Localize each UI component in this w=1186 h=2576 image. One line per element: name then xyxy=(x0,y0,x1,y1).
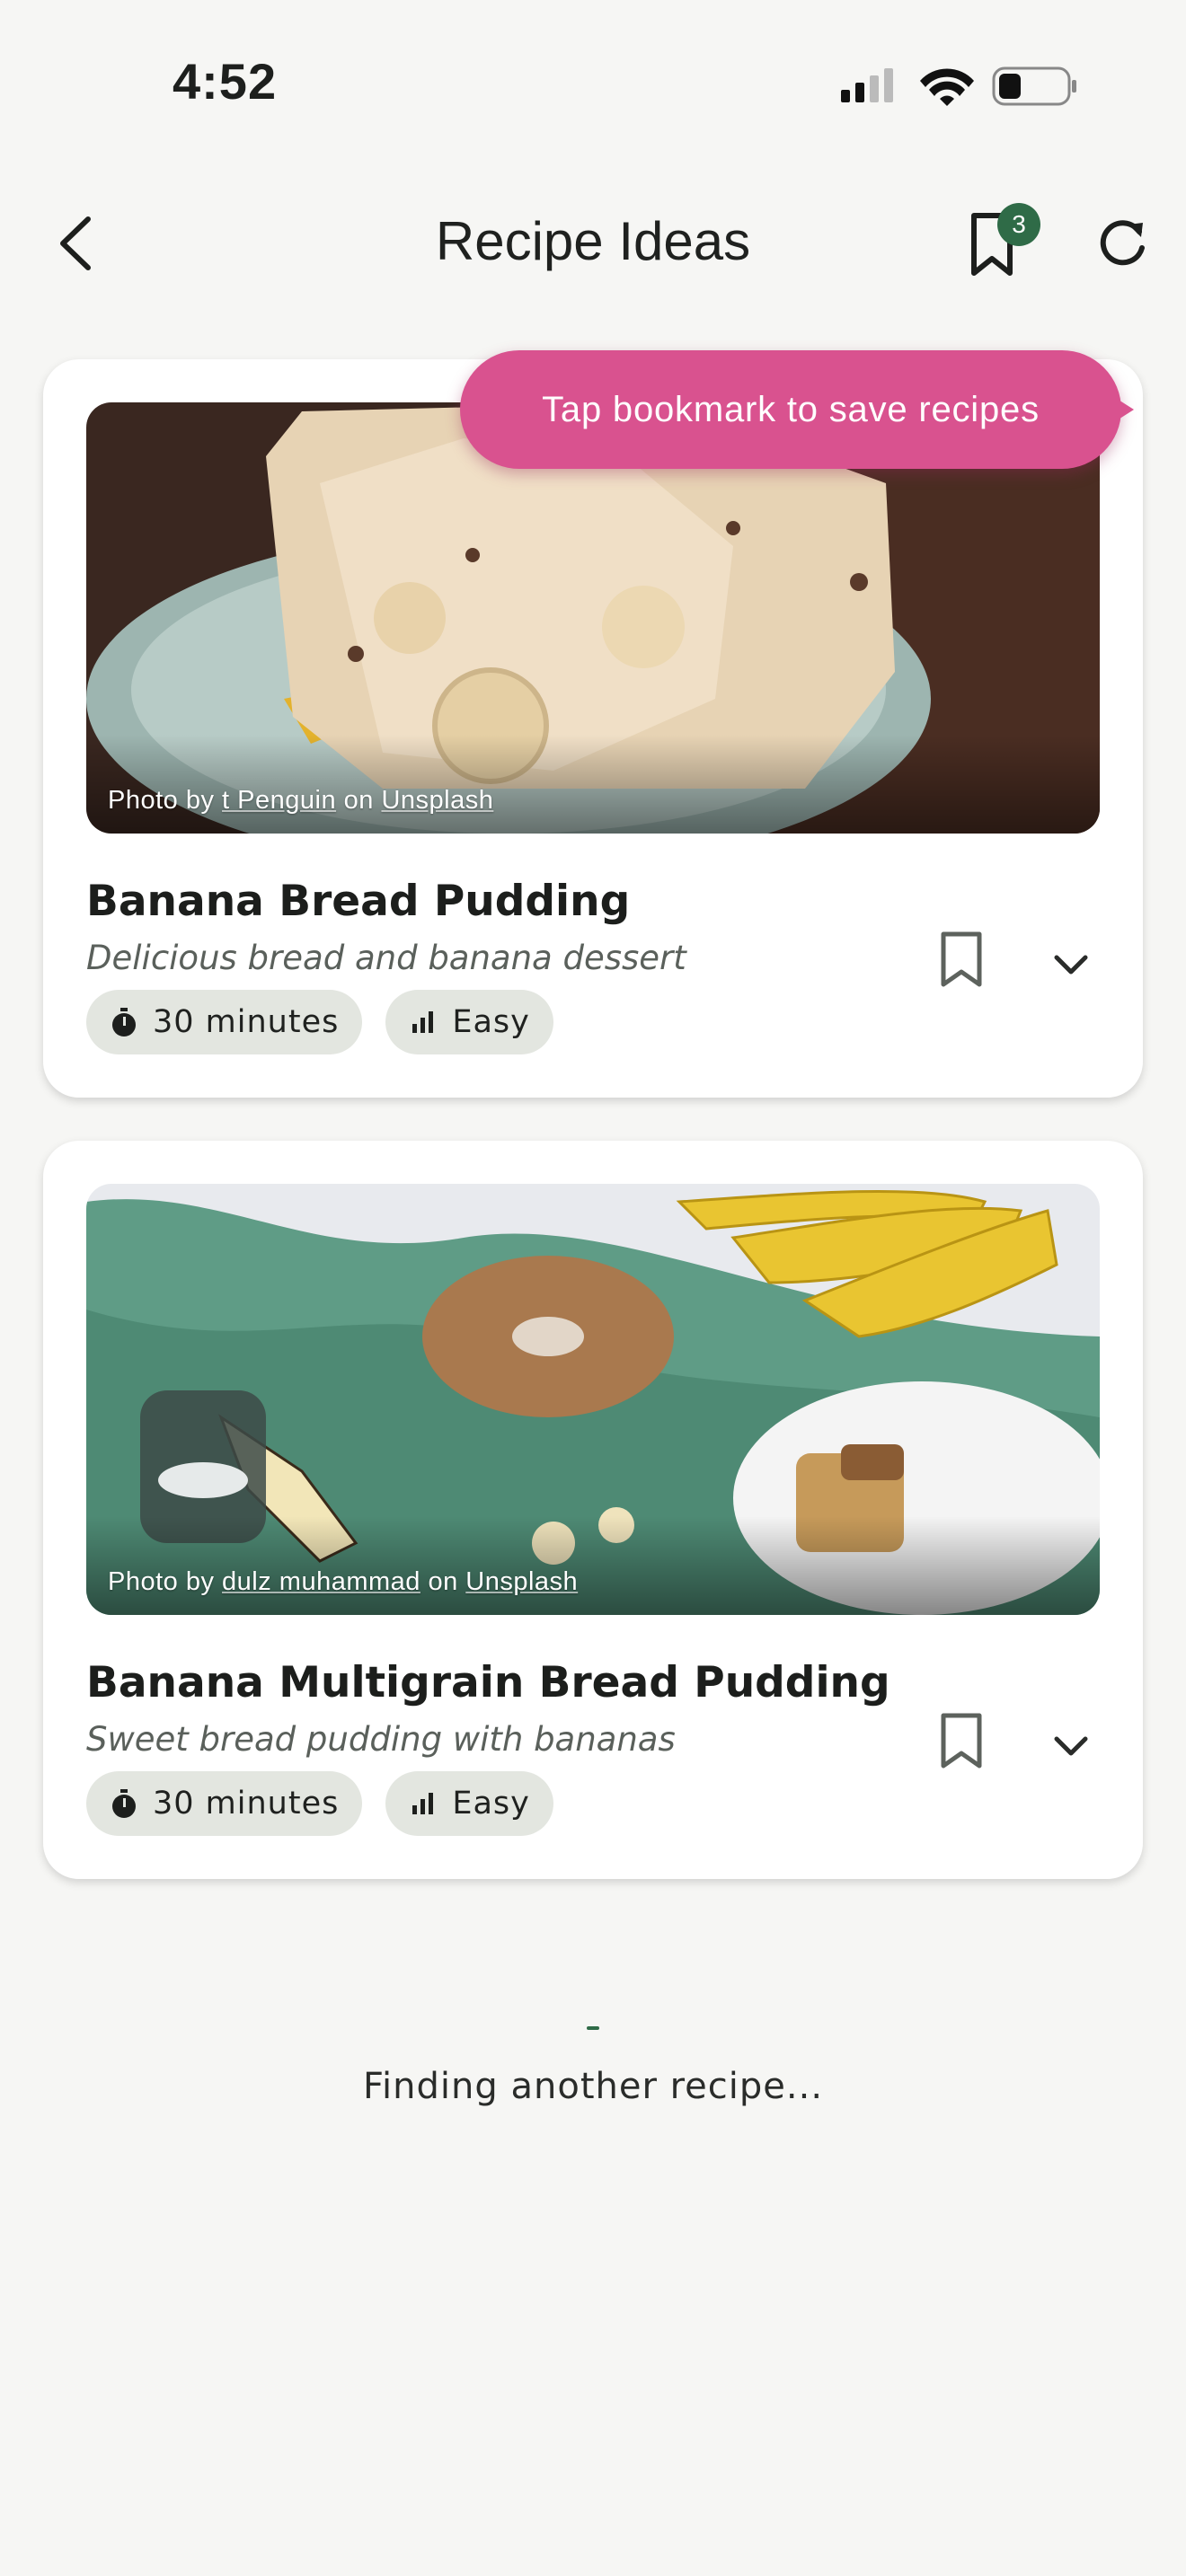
timer-icon xyxy=(112,1789,136,1818)
chevron-down-icon xyxy=(1054,955,1088,975)
save-recipe-button[interactable] xyxy=(936,929,987,992)
recipe-chips: 30 minutes Easy xyxy=(86,1771,553,1836)
difficulty-chip: Easy xyxy=(385,1771,553,1836)
save-recipe-button[interactable] xyxy=(936,1710,987,1773)
saved-count-badge: 3 xyxy=(997,203,1040,246)
wifi-icon xyxy=(920,68,974,106)
expand-button[interactable] xyxy=(1048,941,1094,988)
tooltip-tail xyxy=(1114,397,1134,422)
photo-credit: Photo by t Penguin on Unsplash xyxy=(108,786,494,815)
cook-time-label: 30 minutes xyxy=(153,1786,340,1822)
photo-author-link[interactable]: dulz muhammad xyxy=(222,1567,420,1596)
photo-credit: Photo by dulz muhammad on Unsplash xyxy=(108,1567,579,1596)
bookmark-icon xyxy=(941,931,982,987)
difficulty-label: Easy xyxy=(452,1004,530,1040)
chevron-down-icon xyxy=(1054,1736,1088,1756)
cellular-signal-icon xyxy=(841,68,893,102)
difficulty-chip: Easy xyxy=(385,990,553,1054)
unsplash-link[interactable]: Unsplash xyxy=(465,1567,578,1596)
timer-icon xyxy=(112,1008,136,1037)
save-tip-tooltip[interactable]: Tap bookmark to save recipes xyxy=(460,350,1121,469)
refresh-button[interactable] xyxy=(1094,214,1150,269)
battery-icon xyxy=(992,66,1076,106)
photo-author-link[interactable]: t Penguin xyxy=(222,786,336,815)
recipe-chips: 30 minutes Easy xyxy=(86,990,553,1054)
loading-text: Finding another recipe... xyxy=(362,2066,824,2107)
recipe-description: Sweet bread pudding with bananas xyxy=(86,1720,676,1759)
bar-chart-icon xyxy=(412,1793,434,1814)
difficulty-label: Easy xyxy=(452,1786,530,1822)
recipe-photo: Photo by dulz muhammad on Unsplash xyxy=(86,1184,1100,1615)
recipe-description: Delicious bread and banana dessert xyxy=(86,939,686,977)
recipe-card[interactable]: Photo by dulz muhammad on Unsplash Banan… xyxy=(43,1141,1143,1879)
recipe-title: Banana Bread Pudding xyxy=(86,877,631,926)
recipe-title: Banana Multigrain Bread Pudding xyxy=(86,1658,890,1707)
refresh-icon xyxy=(1100,220,1145,266)
cook-time-chip: 30 minutes xyxy=(86,990,363,1054)
unsplash-link[interactable]: Unsplash xyxy=(381,786,493,815)
status-time: 4:52 xyxy=(173,53,278,110)
loading-indicator xyxy=(587,2026,599,2030)
expand-button[interactable] xyxy=(1048,1723,1094,1769)
cook-time-chip: 30 minutes xyxy=(86,1771,363,1836)
bar-chart-icon xyxy=(412,1011,434,1033)
cook-time-label: 30 minutes xyxy=(153,1004,340,1040)
bookmark-icon xyxy=(941,1713,982,1769)
recipe-card[interactable]: Photo by t Penguin on Unsplash Banana Br… xyxy=(43,359,1143,1098)
status-icons xyxy=(839,65,1082,110)
